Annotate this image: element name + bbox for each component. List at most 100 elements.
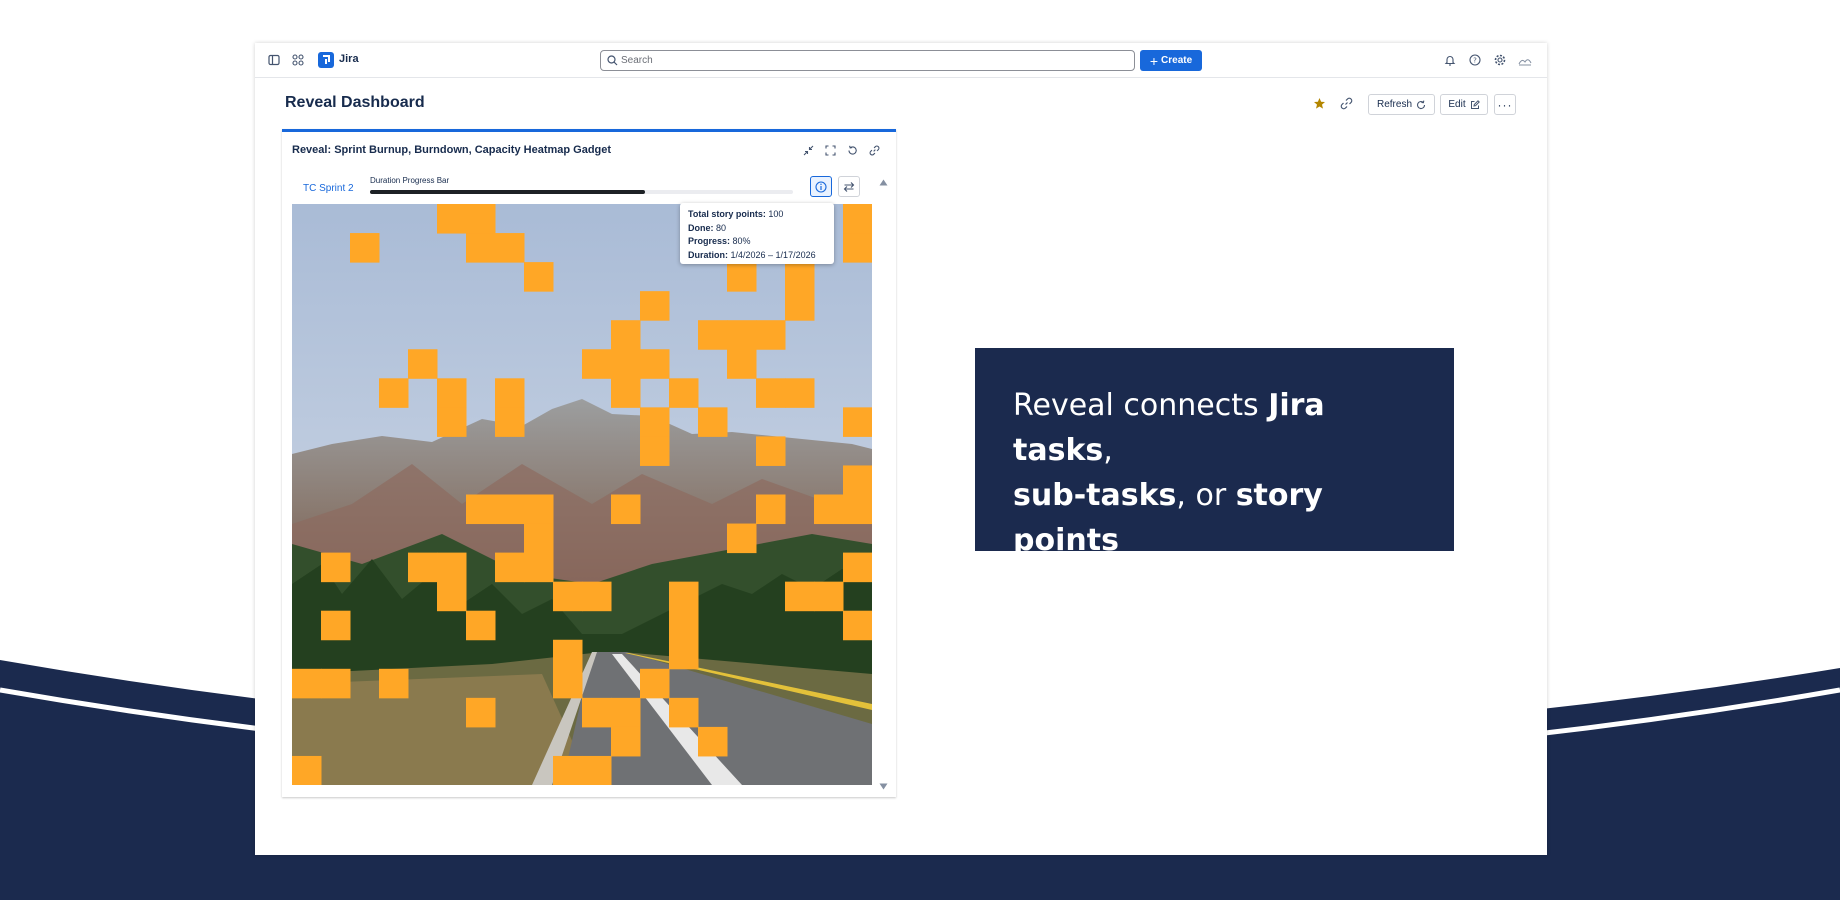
hidden-tile[interactable]	[698, 407, 728, 437]
hidden-tile[interactable]	[640, 407, 670, 437]
hidden-tile[interactable]	[785, 262, 815, 292]
hidden-tile[interactable]	[640, 436, 670, 466]
hidden-tile[interactable]	[466, 233, 496, 263]
gadget-link-icon[interactable]	[867, 143, 881, 157]
hidden-tile[interactable]	[843, 610, 872, 641]
hidden-tile[interactable]	[524, 262, 554, 292]
hidden-tile[interactable]	[524, 523, 554, 554]
hidden-tile[interactable]	[669, 581, 699, 612]
hidden-tile[interactable]	[611, 378, 641, 408]
hidden-tile[interactable]	[524, 494, 554, 525]
hidden-tile[interactable]	[727, 349, 757, 379]
hidden-tile[interactable]	[843, 552, 872, 583]
hidden-tile[interactable]	[785, 378, 815, 408]
hidden-tile[interactable]	[553, 755, 583, 785]
hidden-tile[interactable]	[466, 610, 496, 641]
hidden-tile[interactable]	[669, 610, 699, 641]
hidden-tile[interactable]	[611, 320, 641, 350]
hidden-tile[interactable]	[553, 668, 583, 699]
scroll-up-arrow[interactable]	[879, 173, 888, 191]
minimize-icon[interactable]	[801, 143, 815, 157]
hidden-tile[interactable]	[843, 465, 872, 495]
hidden-tile[interactable]	[756, 494, 786, 525]
hidden-tile[interactable]	[843, 407, 872, 437]
hidden-tile[interactable]	[843, 204, 872, 234]
hidden-tile[interactable]	[611, 349, 641, 379]
hidden-tile[interactable]	[495, 233, 525, 263]
help-icon[interactable]: ?	[1466, 51, 1484, 69]
hidden-tile[interactable]	[379, 668, 409, 699]
hidden-tile[interactable]	[640, 349, 670, 379]
refresh-button[interactable]: Refresh	[1368, 94, 1435, 115]
hidden-tile[interactable]	[321, 552, 351, 583]
hidden-tile[interactable]	[727, 523, 757, 554]
hidden-tile[interactable]	[495, 407, 525, 437]
hidden-tile[interactable]	[582, 755, 612, 785]
hidden-tile[interactable]	[611, 726, 641, 757]
hidden-tile[interactable]	[640, 668, 670, 699]
scroll-down-arrow[interactable]	[879, 777, 888, 795]
hidden-tile[interactable]	[669, 378, 699, 408]
hidden-tile[interactable]	[437, 378, 467, 408]
hidden-tile[interactable]	[408, 349, 438, 379]
hidden-tile[interactable]	[553, 581, 583, 612]
hidden-tile[interactable]	[408, 552, 438, 583]
hidden-tile[interactable]	[466, 697, 496, 728]
swap-view-button[interactable]	[838, 176, 860, 197]
hidden-tile[interactable]	[495, 552, 525, 583]
hidden-tile[interactable]	[727, 320, 757, 350]
hidden-tile[interactable]	[292, 755, 322, 785]
hidden-tile[interactable]	[756, 436, 786, 466]
hidden-tile[interactable]	[698, 726, 728, 757]
create-button[interactable]: + Create	[1140, 50, 1202, 71]
hidden-tile[interactable]	[524, 552, 554, 583]
hidden-tile[interactable]	[350, 233, 380, 263]
hidden-tile[interactable]	[582, 349, 612, 379]
hidden-tile[interactable]	[553, 639, 583, 670]
hidden-tile[interactable]	[756, 320, 786, 350]
hidden-tile[interactable]	[466, 204, 496, 234]
hidden-tile[interactable]	[785, 291, 815, 321]
link-icon[interactable]	[1340, 97, 1353, 115]
app-switcher-icon[interactable]	[289, 51, 307, 69]
hidden-tile[interactable]	[814, 581, 844, 612]
hidden-tile[interactable]	[698, 320, 728, 350]
hidden-tile[interactable]	[669, 697, 699, 728]
hidden-tile[interactable]	[321, 610, 351, 641]
reload-icon[interactable]	[845, 143, 859, 157]
hidden-tile[interactable]	[669, 639, 699, 670]
hidden-tile[interactable]	[843, 233, 872, 263]
hidden-tile[interactable]	[379, 378, 409, 408]
hidden-tile[interactable]	[437, 552, 467, 583]
hidden-tile[interactable]	[640, 291, 670, 321]
hidden-tile[interactable]	[814, 494, 844, 525]
bell-icon[interactable]	[1441, 51, 1459, 69]
hidden-tile[interactable]	[756, 378, 786, 408]
sidebar-toggle-icon[interactable]	[265, 51, 283, 69]
info-button[interactable]	[810, 176, 832, 197]
app-name[interactable]: Jira	[339, 53, 359, 65]
hidden-tile[interactable]	[727, 262, 757, 292]
hidden-tile[interactable]	[321, 668, 351, 699]
hidden-tile[interactable]	[495, 378, 525, 408]
hidden-tile[interactable]	[437, 581, 467, 612]
avatar-icon[interactable]	[1516, 51, 1534, 69]
hidden-tile[interactable]	[582, 581, 612, 612]
hidden-tile[interactable]	[843, 494, 872, 525]
hidden-tile[interactable]	[611, 494, 641, 525]
hidden-tile[interactable]	[437, 204, 467, 234]
hidden-tile[interactable]	[611, 697, 641, 728]
edit-button[interactable]: Edit	[1440, 94, 1488, 115]
settings-icon[interactable]	[1491, 51, 1509, 69]
more-actions-button[interactable]: ···	[1494, 94, 1516, 115]
hidden-tile[interactable]	[495, 494, 525, 525]
search-input[interactable]: Search	[600, 50, 1135, 71]
hidden-tile[interactable]	[785, 581, 815, 612]
hidden-tile[interactable]	[292, 668, 322, 699]
hidden-tile[interactable]	[582, 697, 612, 728]
hidden-tile[interactable]	[437, 407, 467, 437]
star-icon[interactable]	[1313, 97, 1326, 115]
jira-logo[interactable]	[318, 52, 334, 68]
hidden-tile[interactable]	[466, 494, 496, 525]
sprint-name[interactable]: TC Sprint 2	[303, 183, 354, 194]
